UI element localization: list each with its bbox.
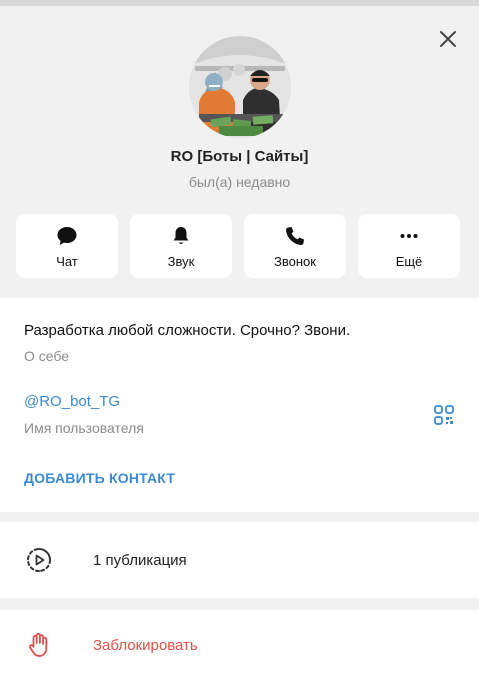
- close-icon: [440, 31, 456, 47]
- block-user-row[interactable]: Заблокировать: [0, 610, 479, 680]
- action-bar: Чат Звук Звонок Ещё: [16, 214, 460, 278]
- more-button[interactable]: Ещё: [358, 214, 460, 278]
- profile-name: RO [Боты | Сайты]: [170, 148, 309, 165]
- profile-avatar[interactable]: [189, 36, 291, 138]
- info-card: Разработка любой сложности. Срочно? Звон…: [0, 298, 479, 512]
- profile-status: был(а) недавно: [188, 174, 291, 190]
- sound-button[interactable]: Звук: [130, 214, 232, 278]
- bio-text: Разработка любой сложности. Срочно? Звон…: [24, 322, 351, 339]
- qr-code-button[interactable]: [433, 404, 455, 426]
- publications-label: 1 публикация: [93, 551, 187, 569]
- chat-button[interactable]: Чат: [16, 214, 118, 278]
- add-contact-button[interactable]: ДОБАВИТЬ КОНТАКТ: [24, 470, 175, 486]
- chat-bubble-icon: [55, 224, 79, 248]
- more-dots-icon: [397, 224, 421, 248]
- bell-icon: [169, 224, 193, 248]
- avatar-image: [189, 36, 291, 138]
- sound-button-label: Звук: [167, 253, 195, 269]
- block-user-label: Заблокировать: [93, 636, 198, 654]
- close-button[interactable]: [435, 26, 461, 52]
- call-button[interactable]: Звонок: [244, 214, 346, 278]
- chat-button-label: Чат: [56, 253, 78, 269]
- media-card: 1 публикация: [0, 522, 479, 598]
- call-button-label: Звонок: [274, 253, 316, 269]
- more-button-label: Ещё: [395, 253, 423, 269]
- publications-row[interactable]: 1 публикация: [0, 522, 479, 598]
- qr-code-icon: [434, 405, 454, 425]
- hand-stop-icon: [24, 630, 54, 660]
- block-card: Заблокировать: [0, 610, 479, 680]
- phone-icon: [283, 224, 307, 248]
- window-top-strip: [0, 0, 479, 6]
- username-link[interactable]: @RO_bot_TG: [24, 393, 120, 410]
- story-play-icon: [24, 545, 54, 575]
- bio-caption: О себе: [24, 348, 70, 364]
- username-caption: Имя пользователя: [24, 420, 144, 436]
